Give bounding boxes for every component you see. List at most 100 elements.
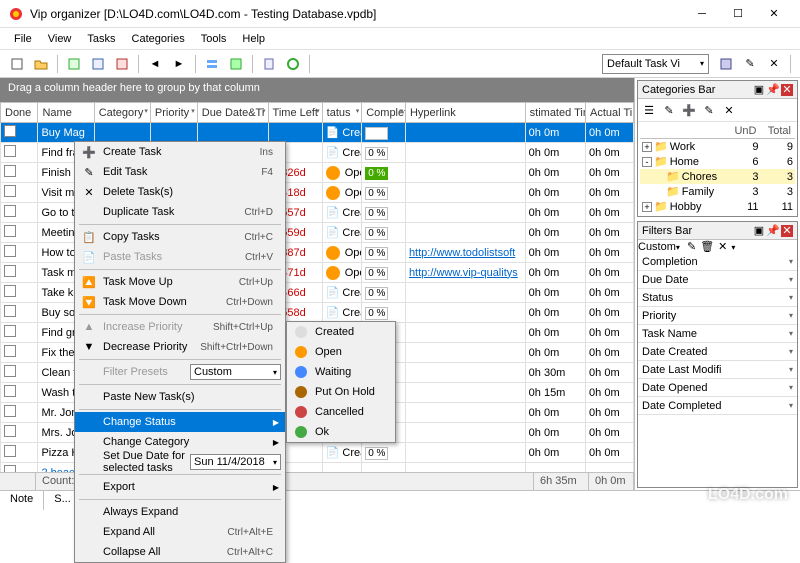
done-checkbox[interactable] bbox=[4, 305, 16, 317]
done-checkbox[interactable] bbox=[4, 465, 16, 472]
status-open[interactable]: Open bbox=[287, 342, 395, 362]
menu-file[interactable]: File bbox=[6, 31, 40, 47]
close-button[interactable]: ✕ bbox=[756, 2, 792, 26]
chevron-down-icon[interactable]: ▾ bbox=[789, 311, 793, 320]
menu-export[interactable]: Export▶ bbox=[75, 477, 285, 497]
categories-tree[interactable]: UnDTotal + 📁 Work99- 📁 Home66 📁 Chores33… bbox=[638, 122, 797, 216]
status-submenu[interactable]: CreatedOpenWaitingPut On HoldCancelledOk bbox=[286, 321, 396, 443]
done-checkbox[interactable] bbox=[4, 225, 16, 237]
done-checkbox[interactable] bbox=[4, 445, 16, 457]
sort-icon[interactable] bbox=[225, 53, 247, 75]
category-node[interactable]: + 📁 Work99 bbox=[640, 139, 795, 155]
cat-del-icon[interactable]: ✕ bbox=[720, 101, 738, 119]
pencil-icon[interactable]: ✎ bbox=[739, 53, 761, 75]
filter-preset-combo[interactable]: Custom▾ ✎🗑✕▾ bbox=[638, 240, 797, 253]
category-node[interactable]: - 📁 Home66 bbox=[640, 154, 795, 169]
done-checkbox[interactable] bbox=[4, 145, 16, 157]
view-combo[interactable]: Default Task Vi▾ bbox=[602, 54, 709, 74]
new-task-icon[interactable] bbox=[63, 53, 85, 75]
filter-field[interactable]: Date Last Modifi▾ bbox=[638, 361, 797, 379]
maximize-button[interactable]: ☐ bbox=[720, 2, 756, 26]
menu-tools[interactable]: Tools bbox=[193, 31, 235, 47]
col-timeleft[interactable]: Time Left▾ bbox=[268, 103, 322, 123]
menu-paste-new-task-s-[interactable]: Paste New Task(s) bbox=[75, 387, 285, 407]
menu-edit-task[interactable]: ✎Edit TaskF4 bbox=[75, 162, 285, 182]
status-waiting[interactable]: Waiting bbox=[287, 362, 395, 382]
done-checkbox[interactable] bbox=[4, 425, 16, 437]
save-view-icon[interactable] bbox=[715, 53, 737, 75]
expand-icon[interactable]: + bbox=[642, 142, 652, 152]
new-db-icon[interactable] bbox=[6, 53, 28, 75]
filter-field[interactable]: Priority▾ bbox=[638, 307, 797, 325]
group-header[interactable]: Drag a column header here to group by th… bbox=[0, 78, 634, 102]
chevron-down-icon[interactable]: ▾ bbox=[789, 329, 793, 338]
menu-change-category[interactable]: Change Category▶ bbox=[75, 432, 285, 452]
filters-pin2-icon[interactable]: 📌 bbox=[767, 225, 779, 237]
col-done[interactable]: Done bbox=[1, 103, 38, 123]
chevron-down-icon[interactable]: ▾ bbox=[789, 293, 793, 302]
menu-tasks[interactable]: Tasks bbox=[79, 31, 123, 47]
done-checkbox[interactable] bbox=[4, 185, 16, 197]
col-priority[interactable]: Priority▾ bbox=[150, 103, 197, 123]
category-node[interactable]: 📁 Family33 bbox=[640, 184, 795, 199]
category-node[interactable]: + 📁 Hobby1111 bbox=[640, 199, 795, 214]
done-checkbox[interactable] bbox=[4, 405, 16, 417]
menu-set-due-date-for-selected-tasks[interactable]: Set Due Date for selected tasksSun 11/4/… bbox=[75, 452, 285, 472]
chevron-down-icon[interactable]: ▾ bbox=[789, 257, 793, 266]
menu-view[interactable]: View bbox=[40, 31, 80, 47]
done-checkbox[interactable] bbox=[4, 165, 16, 177]
arrow-right-icon[interactable]: ► bbox=[168, 53, 190, 75]
done-checkbox[interactable] bbox=[4, 125, 16, 137]
tab-note[interactable]: Note bbox=[0, 491, 44, 510]
menu-copy-tasks[interactable]: 📋Copy TasksCtrl+C bbox=[75, 227, 285, 247]
delete-view-icon[interactable]: ✕ bbox=[763, 53, 785, 75]
done-checkbox[interactable] bbox=[4, 365, 16, 377]
status-put-on-hold[interactable]: Put On Hold bbox=[287, 382, 395, 402]
chevron-down-icon[interactable]: ▾ bbox=[789, 401, 793, 410]
panel-close-icon[interactable]: ✕ bbox=[781, 84, 793, 96]
menu-decrease-priority[interactable]: ▼Decrease PriorityShift+Ctrl+Down bbox=[75, 337, 285, 357]
category-node[interactable]: 📁 Chores33 bbox=[640, 169, 795, 184]
cat-new-icon[interactable]: ✎ bbox=[660, 101, 678, 119]
done-checkbox[interactable] bbox=[4, 265, 16, 277]
filter-field[interactable]: Date Completed▾ bbox=[638, 397, 797, 415]
menu-help[interactable]: Help bbox=[234, 31, 273, 47]
col-completi[interactable]: Completi▾ bbox=[362, 103, 406, 123]
filter-field[interactable]: Date Created▾ bbox=[638, 343, 797, 361]
cat-list-icon[interactable]: ☰ bbox=[640, 101, 658, 119]
col-category[interactable]: Category▾ bbox=[94, 103, 150, 123]
panel-pin2-icon[interactable]: 📌 bbox=[767, 84, 779, 96]
refresh-icon[interactable] bbox=[282, 53, 304, 75]
chevron-down-icon[interactable]: ▾ bbox=[789, 275, 793, 284]
menu-expand-all[interactable]: Expand AllCtrl+Alt+E bbox=[75, 522, 285, 542]
menu-task-move-down[interactable]: 🔽Task Move DownCtrl+Down bbox=[75, 292, 285, 312]
filters-close-icon[interactable]: ✕ bbox=[781, 225, 793, 237]
open-db-icon[interactable] bbox=[30, 53, 52, 75]
doc-icon[interactable] bbox=[258, 53, 280, 75]
menu-task-move-up[interactable]: 🔼Task Move UpCtrl+Up bbox=[75, 272, 285, 292]
col-name[interactable]: Name bbox=[38, 103, 94, 123]
chevron-down-icon[interactable]: ▾ bbox=[789, 365, 793, 374]
col-actualti[interactable]: Actual Ti bbox=[586, 103, 634, 123]
arrow-left-icon[interactable]: ◄ bbox=[144, 53, 166, 75]
menu-change-status[interactable]: Change Status▶ bbox=[75, 412, 285, 432]
chevron-down-icon[interactable]: ▾ bbox=[789, 347, 793, 356]
filter-field[interactable]: Status▾ bbox=[638, 289, 797, 307]
col-tatus[interactable]: tatus▾ bbox=[322, 103, 362, 123]
minimize-button[interactable]: ─ bbox=[684, 2, 720, 26]
delete-task-icon[interactable] bbox=[111, 53, 133, 75]
menu-always-expand[interactable]: Always Expand bbox=[75, 502, 285, 522]
menu-create-task[interactable]: ➕Create TaskIns bbox=[75, 142, 285, 162]
edit-task-icon[interactable] bbox=[87, 53, 109, 75]
status-ok[interactable]: Ok bbox=[287, 422, 395, 442]
done-checkbox[interactable] bbox=[4, 245, 16, 257]
col-duedateti[interactable]: Due Date&Ti▾ bbox=[197, 103, 268, 123]
done-checkbox[interactable] bbox=[4, 285, 16, 297]
done-checkbox[interactable] bbox=[4, 325, 16, 337]
filter-field[interactable]: Task Name▾ bbox=[638, 325, 797, 343]
expand-icon[interactable]: - bbox=[642, 157, 652, 167]
inline-combo[interactable]: Sun 11/4/2018 ▾ bbox=[190, 454, 281, 470]
menu-delete-task-s-[interactable]: ✕Delete Task(s) bbox=[75, 182, 285, 202]
cat-add-icon[interactable]: ➕ bbox=[680, 101, 698, 119]
task-row[interactable]: Buy Mag📄 Crea0 %0h 0m0h 0m bbox=[1, 123, 634, 143]
